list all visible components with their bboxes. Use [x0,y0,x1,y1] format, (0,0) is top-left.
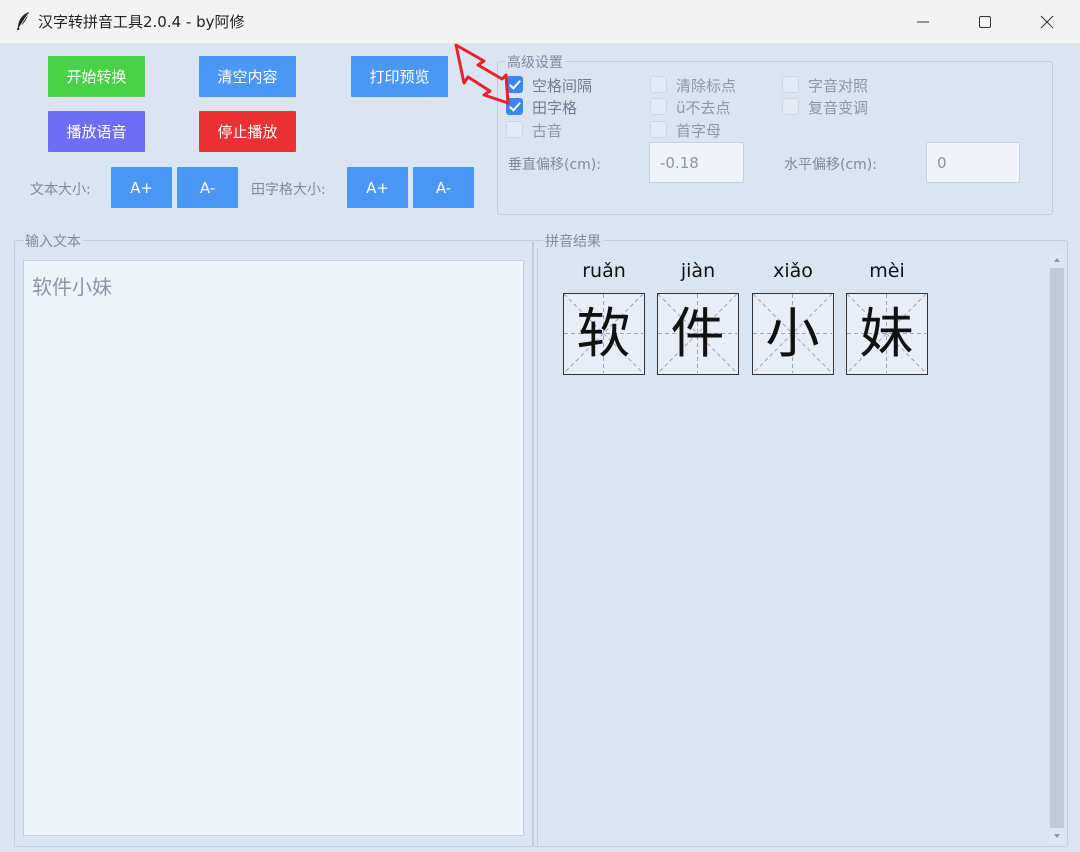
stop-play-button[interactable]: 停止播放 [199,111,296,152]
window-title: 汉字转拼音工具2.0.4 - by阿修 [38,13,245,31]
print-preview-button[interactable]: 打印预览 [351,56,448,97]
text-size-decrease-button[interactable]: A- [177,167,238,208]
feather-icon [17,12,29,30]
close-icon [1040,15,1054,28]
grid-size-increase-button[interactable]: A+ [347,167,408,208]
maximize-icon [979,15,991,28]
scroll-down-button[interactable] [1050,828,1064,844]
tianzige-cell: 件 [657,293,739,375]
pinyin-label: mèi [869,260,905,282]
hanzi-char: 件 [670,302,725,365]
minimize-button[interactable] [893,0,953,43]
clear-content-button[interactable]: 清空内容 [199,56,296,97]
scroll-up-icon [1054,258,1060,262]
scroll-up-button[interactable] [1050,252,1064,268]
input-textarea[interactable]: 软件小妹 [23,260,524,836]
remove-punctuation-checkbox[interactable] [650,76,667,93]
text-size-label: 文本大小: [30,182,91,198]
tianzige-label: 田字格 [532,99,578,117]
ancient-sound-checkbox[interactable] [506,121,523,138]
tone-sandhi-label: 复音变调 [808,99,869,117]
pinyin-label: jiàn [680,260,716,282]
result-scrollbar[interactable] [1050,252,1064,844]
close-button[interactable] [1017,0,1077,43]
char-sound-compare-checkbox[interactable] [782,76,799,93]
tianzige-cell: 妹 [846,293,928,375]
horizontal-offset-label: 水平偏移(cm): [784,157,877,173]
minimize-icon [917,21,929,22]
start-convert-button[interactable]: 开始转换 [48,56,145,97]
remove-punctuation-label: 清除标点 [676,77,737,95]
tone-sandhi-checkbox[interactable] [782,98,799,115]
initials-label: 首字母 [676,122,722,140]
annotation-arrow-icon [454,43,510,105]
vertical-offset-input[interactable]: -0.18 [649,142,744,183]
scroll-down-icon [1054,834,1060,838]
title-bar: 汉字转拼音工具2.0.4 - by阿修 [0,0,1080,44]
pinyin-label: ruǎn [582,260,626,282]
pinyin-label: xiǎo [773,260,813,282]
grid-size-decrease-button[interactable]: A- [413,167,474,208]
horizontal-offset-input[interactable]: 0 [926,142,1020,183]
hanzi-char: 软 [576,302,631,365]
space-interval-label: 空格间隔 [532,77,593,95]
ancient-sound-label: 古音 [532,122,563,140]
play-voice-button[interactable]: 播放语音 [48,111,145,152]
maximize-button[interactable] [955,0,1015,43]
grid-size-label: 田字格大小: [251,182,326,198]
vertical-offset-label: 垂直偏移(cm): [508,157,601,173]
input-text-title: 输入文本 [23,231,83,251]
advanced-settings-title: 高级设置 [505,52,565,72]
input-text-content: 软件小妹 [32,275,112,299]
hanzi-char: 妹 [859,302,914,365]
hanzi-char: 小 [765,302,820,365]
keep-u-dots-label: ü不去点 [676,99,731,117]
keep-u-dots-checkbox[interactable] [650,98,667,115]
tianzige-cell: 软 [563,293,645,375]
char-sound-compare-label: 字音对照 [808,77,869,95]
text-size-increase-button[interactable]: A+ [111,167,172,208]
tianzige-cell: 小 [752,293,834,375]
initials-checkbox[interactable] [650,121,667,138]
